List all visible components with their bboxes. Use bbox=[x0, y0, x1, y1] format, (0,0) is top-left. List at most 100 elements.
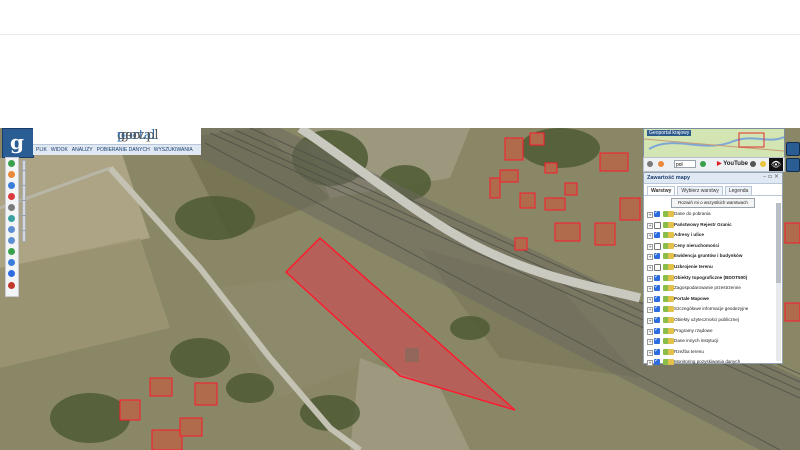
expand-toggle-icon[interactable]: + bbox=[647, 307, 653, 314]
layer-row[interactable]: + Rzeźba terenu bbox=[644, 347, 782, 358]
fullscreen-icon[interactable] bbox=[786, 142, 800, 156]
zoom-slider[interactable] bbox=[19, 160, 27, 242]
layer-label: Dane innych instytucji bbox=[674, 338, 719, 344]
layer-checkbox[interactable] bbox=[654, 209, 660, 217]
layer-row[interactable]: + Programy rządowe bbox=[644, 326, 782, 337]
layer-label: Monitoring pozyskiwania danych bbox=[674, 359, 741, 365]
blank-top-area bbox=[0, 0, 800, 128]
layers-scrollbar[interactable] bbox=[776, 203, 781, 361]
layer-checkbox[interactable] bbox=[654, 315, 660, 323]
settings-icon[interactable] bbox=[647, 161, 653, 167]
expand-toggle-icon[interactable]: + bbox=[647, 254, 653, 261]
language-select[interactable]: pol bbox=[674, 160, 696, 168]
zoom-tick bbox=[19, 185, 27, 186]
zoom-in-icon[interactable] bbox=[8, 226, 15, 233]
pan-icon[interactable] bbox=[8, 259, 15, 266]
expand-toggle-icon[interactable]: + bbox=[647, 317, 653, 324]
panel-toggle-icon[interactable] bbox=[786, 158, 800, 172]
layer-checkbox[interactable] bbox=[654, 251, 660, 260]
expand-toggle-icon[interactable]: + bbox=[647, 339, 653, 346]
menu-item-pobieranie[interactable]: POBIERANIE DANYCH bbox=[96, 145, 151, 155]
layer-row[interactable]: + Monitoring pozyskiwania danych bbox=[644, 357, 782, 368]
star-icon[interactable] bbox=[760, 161, 766, 167]
menu-item-analizy[interactable]: ANALIZY bbox=[71, 145, 94, 155]
select-icon[interactable] bbox=[8, 182, 15, 189]
globe-icon[interactable] bbox=[8, 248, 15, 255]
layer-checkbox[interactable] bbox=[654, 221, 661, 229]
info-icon[interactable] bbox=[8, 193, 15, 200]
youtube-label: YouTube bbox=[723, 161, 748, 167]
layer-label: Ceny nieruchomości bbox=[674, 242, 720, 248]
layer-label: Ewidencja gruntów i budynków bbox=[674, 253, 743, 259]
panel-window-buttons[interactable]: – ▫ × bbox=[763, 173, 779, 180]
menu-item-plik[interactable]: PLIK bbox=[35, 145, 48, 155]
tab-legenda[interactable]: Legenda bbox=[724, 186, 753, 195]
bookmark-icon[interactable] bbox=[658, 161, 664, 167]
expand-toggle-icon[interactable]: + bbox=[647, 222, 653, 229]
layer-row[interactable]: + Państwowy Rejestr Granic bbox=[644, 220, 782, 231]
expand-toggle-icon[interactable]: + bbox=[647, 275, 653, 282]
expand-toggle-icon[interactable]: + bbox=[647, 212, 653, 218]
layers-tabs: Warstwy Wybierz warstwy Legenda bbox=[644, 184, 782, 196]
clear-icon[interactable] bbox=[8, 282, 15, 289]
eye-icon[interactable]: 👁 bbox=[769, 158, 783, 171]
expand-toggle-icon[interactable]: + bbox=[647, 264, 653, 271]
layer-label: Obiekty użyteczności publicznej bbox=[674, 316, 739, 322]
layer-row[interactable]: + Adresy i ulice bbox=[644, 230, 782, 241]
layer-checkbox[interactable] bbox=[654, 230, 660, 239]
expand-toggle-icon[interactable]: + bbox=[647, 296, 653, 303]
layer-label: Uzbrojenie terenu bbox=[674, 263, 713, 269]
layer-checkbox[interactable] bbox=[654, 326, 660, 334]
layer-checkbox[interactable] bbox=[654, 347, 660, 355]
help-icon[interactable] bbox=[700, 161, 706, 167]
layer-row[interactable]: + Obiekty użyteczności publicznej bbox=[644, 315, 782, 326]
home-icon[interactable] bbox=[8, 160, 15, 167]
zoom-tick bbox=[19, 230, 27, 231]
draw-icon[interactable] bbox=[8, 270, 15, 277]
layer-row[interactable]: + Zagospodarowanie przestrzenne bbox=[644, 283, 782, 294]
layer-row[interactable]: + Uzbrojenie terenu bbox=[644, 262, 782, 273]
layers-panel-title: Zawartość mapy bbox=[647, 175, 691, 181]
layer-checkbox[interactable] bbox=[654, 336, 660, 345]
layer-list: + Dane do pobrania + Państwowy Rejestr Gran… bbox=[644, 209, 782, 368]
tab-warstwy[interactable]: Warstwy bbox=[647, 186, 676, 195]
expand-toggle-icon[interactable]: + bbox=[647, 328, 653, 335]
expand-toggle-icon[interactable]: + bbox=[647, 349, 653, 356]
expand-toggle-icon[interactable]: + bbox=[647, 360, 653, 367]
left-toolbar bbox=[5, 157, 19, 297]
expand-all-button[interactable]: Rozwiń mi o wszystkich warstwach bbox=[671, 198, 755, 208]
scrollbar-thumb[interactable] bbox=[776, 203, 781, 283]
layer-label: Państwowy Rejestr Granic bbox=[674, 221, 732, 227]
layer-checkbox[interactable] bbox=[654, 294, 660, 302]
layer-label: Rzeźba terenu bbox=[674, 348, 704, 354]
layer-row[interactable]: + Ewidencja gruntów i budynków bbox=[644, 251, 782, 262]
share-icon[interactable] bbox=[750, 161, 756, 167]
print-icon[interactable] bbox=[8, 215, 15, 222]
back-icon[interactable] bbox=[8, 171, 15, 178]
divider bbox=[0, 34, 800, 35]
layer-row[interactable]: + Dane innych instytucji bbox=[644, 336, 782, 347]
menu-item-widok[interactable]: WIDOK bbox=[50, 145, 69, 155]
youtube-link[interactable]: ▶ YouTube bbox=[717, 160, 748, 167]
right-toolbar: pol ▶ YouTube 👁 bbox=[643, 157, 785, 172]
layer-checkbox[interactable] bbox=[654, 242, 661, 250]
layer-checkbox[interactable] bbox=[654, 263, 661, 271]
layer-row[interactable]: + Obiekty topograficzne (BDOT500) bbox=[644, 273, 782, 284]
expand-toggle-icon[interactable]: + bbox=[647, 286, 653, 293]
overview-minimap[interactable]: Geoportal krajowy bbox=[643, 128, 785, 158]
layer-row[interactable]: + Szczegółowe informacje geodezyjne bbox=[644, 304, 782, 315]
expand-toggle-icon[interactable]: + bbox=[647, 233, 653, 240]
layer-checkbox[interactable] bbox=[654, 273, 660, 281]
layer-row[interactable]: + Ceny nieruchomości bbox=[644, 241, 782, 252]
layer-checkbox[interactable] bbox=[654, 357, 660, 366]
layer-checkbox[interactable] bbox=[654, 283, 660, 292]
expand-toggle-icon[interactable]: + bbox=[647, 243, 653, 250]
zoom-out-icon[interactable] bbox=[8, 237, 15, 244]
measure-icon[interactable] bbox=[8, 204, 15, 211]
menu-item-wyszukiwania[interactable]: WYSZUKIWANIA bbox=[153, 145, 194, 155]
tab-wybierz-warstwy[interactable]: Wybierz warstwy bbox=[677, 186, 723, 195]
layer-row[interactable]: + Portale Mapowe bbox=[644, 294, 782, 305]
layer-row[interactable]: + Dane do pobrania bbox=[644, 209, 782, 220]
geoportal-logo[interactable]: g bbox=[2, 128, 34, 158]
layer-checkbox[interactable] bbox=[654, 304, 660, 313]
